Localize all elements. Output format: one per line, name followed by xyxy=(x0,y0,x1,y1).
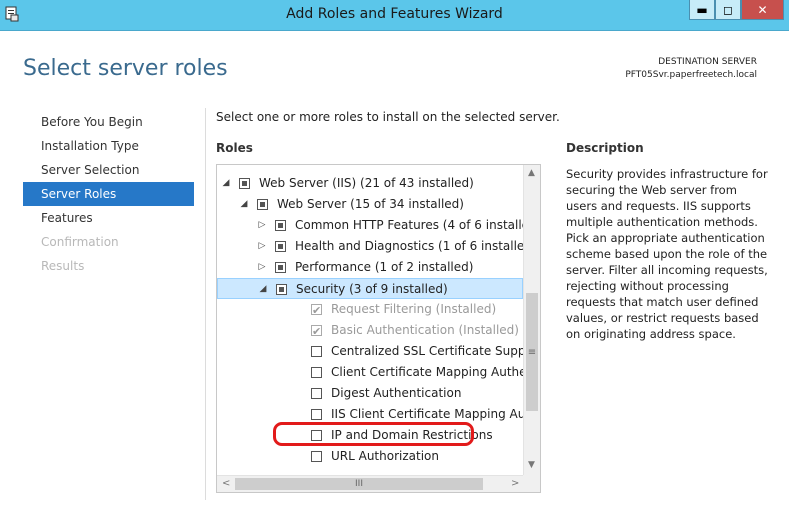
nav-divider xyxy=(205,108,206,500)
scroll-down-arrow[interactable]: ▼ xyxy=(528,460,535,470)
nav-item-before-you-begin[interactable]: Before You Begin xyxy=(23,110,194,134)
vertical-scroll-thumb[interactable]: ≡ xyxy=(526,293,538,411)
destination-label: DESTINATION SERVER xyxy=(658,57,757,67)
tree-row[interactable]: ✔ Request Filtering (Installed) xyxy=(217,299,523,320)
page-title: Select server roles xyxy=(23,56,228,81)
role-label: URL Authorization xyxy=(331,449,439,463)
destination-server-name: PFT05Svr.paperfreetech.local xyxy=(625,70,757,80)
role-checkbox[interactable] xyxy=(257,199,268,210)
role-label: Request Filtering (Installed) xyxy=(331,302,497,316)
roles-header: Roles xyxy=(216,141,253,155)
window-title: Add Roles and Features Wizard xyxy=(286,6,503,22)
scrollbar-corner xyxy=(523,475,540,492)
collapse-arrow-icon[interactable]: ◢ xyxy=(239,194,249,215)
role-checkbox: ✔ xyxy=(311,325,322,338)
tree-row[interactable]: Client Certificate Mapping Authenticatio xyxy=(217,362,540,383)
nav-item-installation-type[interactable]: Installation Type xyxy=(23,134,194,158)
role-label: Security (3 of 9 installed) xyxy=(296,282,448,296)
tree-row[interactable]: ▷ Health and Diagnostics (1 of 6 installe… xyxy=(217,236,537,257)
expand-arrow-icon[interactable]: ▷ xyxy=(257,257,267,278)
scroll-right-arrow[interactable]: > xyxy=(511,478,519,489)
tree-row[interactable]: ◢ Security (3 of 9 installed) xyxy=(217,278,523,299)
role-checkbox[interactable] xyxy=(275,220,286,231)
role-checkbox[interactable] xyxy=(311,367,322,378)
role-label: Performance (1 of 2 installed) xyxy=(295,260,474,274)
role-checkbox[interactable] xyxy=(275,241,286,252)
role-label: Health and Diagnostics (1 of 6 installed… xyxy=(295,239,537,253)
scroll-grip-icon: III xyxy=(355,479,363,489)
nav-item-confirmation: Confirmation xyxy=(41,235,119,249)
tree-row[interactable]: Digest Authentication xyxy=(217,383,523,404)
role-label: Centralized SSL Certificate Support xyxy=(331,344,541,358)
vertical-scrollbar[interactable]: ▲ ≡ ▼ xyxy=(523,165,540,475)
description-text: Security provides infrastructure for sec… xyxy=(566,167,768,341)
tree-row[interactable]: ▷ Common HTTP Features (4 of 6 installed) xyxy=(217,215,540,236)
scroll-up-arrow[interactable]: ▲ xyxy=(528,168,535,178)
role-checkbox[interactable] xyxy=(311,409,322,420)
checkmark-icon: ✔ xyxy=(312,304,322,317)
tree-row[interactable]: ◢ Web Server (IIS) (21 of 43 installed) xyxy=(217,173,523,194)
scroll-left-arrow[interactable]: < xyxy=(222,478,230,489)
role-label: Basic Authentication (Installed) xyxy=(331,323,519,337)
highlight-ring xyxy=(273,422,474,446)
tree-row[interactable]: URL Authorization xyxy=(217,446,523,467)
description-header: Description xyxy=(566,141,644,155)
maximize-button[interactable]: ◻ xyxy=(715,0,741,20)
collapse-arrow-icon[interactable]: ◢ xyxy=(221,173,231,194)
tree-row[interactable]: ◢ Web Server (15 of 34 installed) xyxy=(217,194,523,215)
expand-arrow-icon[interactable]: ▷ xyxy=(257,215,267,236)
tree-row[interactable]: ▷ Performance (1 of 2 installed) xyxy=(217,257,523,278)
destination-server-info: DESTINATION SERVER PFT05Svr.paperfreetec… xyxy=(625,56,757,82)
role-label: Digest Authentication xyxy=(331,386,462,400)
nav-item-server-selection[interactable]: Server Selection xyxy=(23,158,194,182)
minimize-button[interactable]: ▬ xyxy=(689,0,715,20)
role-checkbox: ✔ xyxy=(311,304,322,317)
instruction-text: Select one or more roles to install on t… xyxy=(216,110,560,124)
horizontal-scroll-thumb[interactable]: III xyxy=(235,478,483,490)
collapse-arrow-icon[interactable]: ◢ xyxy=(258,279,268,300)
role-label: Common HTTP Features (4 of 6 installed) xyxy=(295,218,541,232)
role-checkbox[interactable] xyxy=(239,178,250,189)
checkmark-icon: ✔ xyxy=(312,325,322,338)
role-checkbox[interactable] xyxy=(311,451,322,462)
scroll-grip-icon: ≡ xyxy=(527,346,537,358)
title-bar: Add Roles and Features Wizard ▬ ◻ ✕ xyxy=(0,0,789,31)
role-label: Web Server (15 of 34 installed) xyxy=(277,197,464,211)
role-label: Web Server (IIS) (21 of 43 installed) xyxy=(259,176,474,190)
nav-item-results: Results xyxy=(41,259,85,273)
role-checkbox[interactable] xyxy=(276,284,287,295)
close-button[interactable]: ✕ xyxy=(741,0,784,20)
nav-item-features[interactable]: Features xyxy=(23,206,194,230)
role-checkbox[interactable] xyxy=(275,262,286,273)
expand-arrow-icon[interactable]: ▷ xyxy=(257,236,267,257)
wizard-nav: Before You Begin Installation Type Server … xyxy=(23,110,194,278)
role-checkbox[interactable] xyxy=(311,388,322,399)
horizontal-scrollbar[interactable]: < III > xyxy=(217,475,523,492)
role-checkbox[interactable] xyxy=(311,346,322,357)
nav-item-server-roles[interactable]: Server Roles xyxy=(23,182,194,206)
role-label: Client Certificate Mapping Authenticatio xyxy=(331,365,540,379)
tree-row[interactable]: ✔ Basic Authentication (Installed) xyxy=(217,320,523,341)
tree-row[interactable]: Centralized SSL Certificate Support xyxy=(217,341,540,362)
